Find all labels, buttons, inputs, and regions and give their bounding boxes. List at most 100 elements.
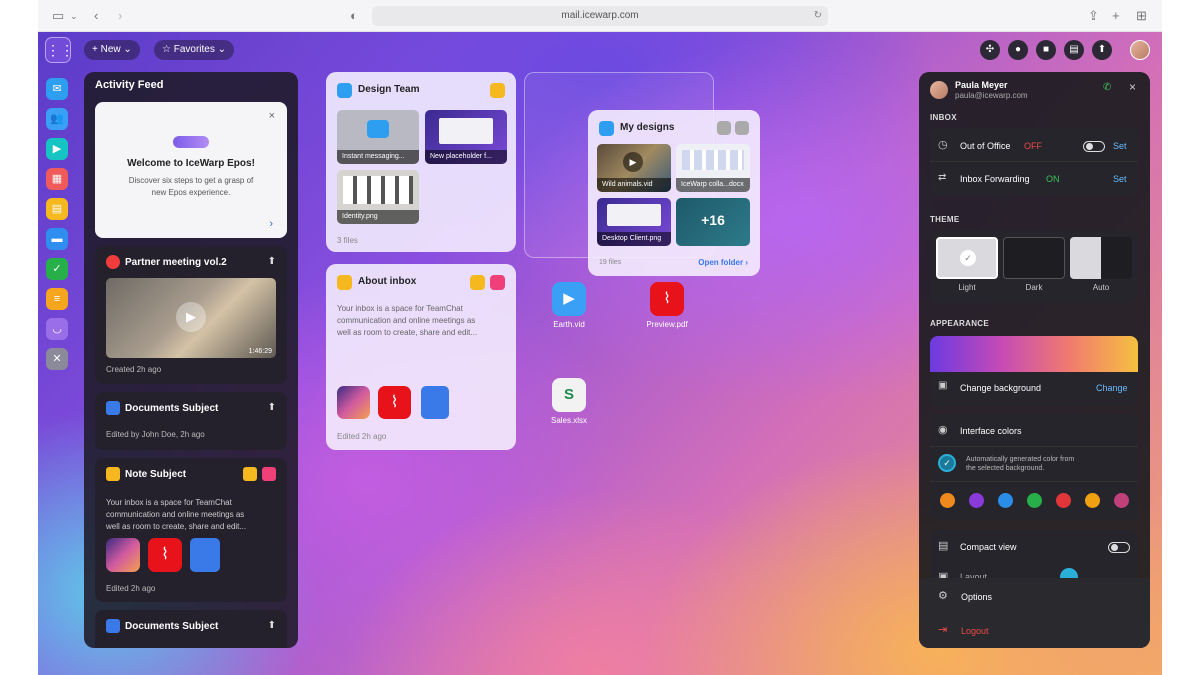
- epos-icon[interactable]: ◡: [46, 318, 68, 340]
- file-tile[interactable]: IceWarp colla...docx: [676, 144, 750, 192]
- interface-colors-label: Interface colors: [960, 426, 1022, 436]
- color-swatch[interactable]: [940, 493, 955, 508]
- preview-pdf-file[interactable]: ⌇ Preview.pdf: [632, 282, 702, 329]
- welcome-card[interactable]: × Welcome to IceWarp Epos! Discover six …: [95, 102, 287, 238]
- logout-link[interactable]: Logout: [961, 626, 989, 636]
- calendar-icon[interactable]: ▦: [46, 168, 68, 190]
- grid-icon: ⋮⋮: [46, 42, 74, 58]
- address-bar[interactable]: mail.icewarp.com ↻: [372, 6, 828, 26]
- color-swatch[interactable]: [1085, 493, 1100, 508]
- ooo-set-link[interactable]: Set: [1113, 141, 1127, 151]
- file-tile[interactable]: Instant messaging...: [337, 110, 419, 164]
- ooo-toggle[interactable]: [1083, 141, 1105, 152]
- theme-dark-option[interactable]: [1003, 237, 1065, 279]
- share-badge-icon[interactable]: [490, 83, 505, 98]
- chevron-down-icon[interactable]: ⌄: [70, 8, 78, 24]
- sales-xlsx-file[interactable]: S Sales.xlsx: [534, 378, 604, 425]
- note-meta: Edited 2h ago: [106, 584, 156, 593]
- color-swatch[interactable]: [969, 493, 984, 508]
- earth-video-file[interactable]: ▶ Earth.vid: [534, 282, 604, 329]
- share-icon[interactable]: ⇪: [1088, 8, 1099, 24]
- design-team-folder[interactable]: Design Team Instant messaging... New pla…: [326, 72, 516, 252]
- video-icon[interactable]: ▶: [46, 138, 68, 160]
- new-button[interactable]: + New ⌄: [84, 40, 140, 60]
- pin-badge-icon[interactable]: [490, 275, 505, 290]
- video-thumbnail[interactable]: ▶ 1:46:29: [106, 278, 276, 358]
- documents-card[interactable]: Documents Subject ⬆ Edited by John Doe, …: [95, 392, 287, 450]
- file-tile[interactable]: New placeholder f...: [425, 110, 507, 164]
- folder-icon: [599, 121, 614, 136]
- image-attachment-icon[interactable]: [337, 386, 370, 419]
- upload-icon[interactable]: ⬆: [1092, 40, 1112, 60]
- tasks-icon[interactable]: ✓: [46, 258, 68, 280]
- color-swatch[interactable]: [1056, 493, 1071, 508]
- partner-meeting-card[interactable]: Partner meeting vol.2 ⬆ ▶ 1:46:29 Create…: [95, 246, 287, 384]
- color-swatch[interactable]: [1114, 493, 1129, 508]
- fwd-set-link[interactable]: Set: [1113, 174, 1127, 184]
- favorites-button[interactable]: ☆ Favorites ⌄: [154, 40, 235, 60]
- palette-icon: ◉: [938, 424, 948, 436]
- new-tab-icon[interactable]: +: [1112, 8, 1120, 24]
- pdf-icon[interactable]: ⌇: [148, 538, 182, 572]
- close-icon[interactable]: ×: [1129, 80, 1136, 94]
- close-icon[interactable]: ×: [269, 110, 275, 122]
- compact-toggle[interactable]: [1108, 542, 1130, 553]
- share-badge-icon[interactable]: [243, 467, 257, 481]
- documents-card-2[interactable]: Documents Subject ⬆: [95, 610, 287, 648]
- note-card[interactable]: Note Subject Your inbox is a space for T…: [95, 458, 287, 602]
- tools-icon[interactable]: ✕: [46, 348, 68, 370]
- color-swatch[interactable]: [998, 493, 1013, 508]
- contacts-icon[interactable]: 👥: [46, 108, 68, 130]
- document-attachment-icon[interactable]: [421, 386, 449, 419]
- user-avatar[interactable]: [1130, 40, 1150, 60]
- more-files-tile[interactable]: +16: [676, 198, 750, 246]
- options-link[interactable]: Options: [961, 592, 992, 602]
- change-bg-link[interactable]: Change: [1096, 383, 1128, 393]
- pinwheel-icon[interactable]: ✣: [980, 40, 1000, 60]
- sidebar-toggle-icon[interactable]: ▭: [52, 8, 64, 24]
- note-line-1: Your inbox is a space for TeamChat: [106, 498, 232, 507]
- share-icon[interactable]: ⬆: [268, 256, 276, 267]
- image-attachment-icon[interactable]: [106, 538, 140, 572]
- folder-icon[interactable]: ▬: [46, 228, 68, 250]
- background-preview[interactable]: [930, 336, 1138, 372]
- tab-overview-icon[interactable]: ⊞: [1136, 8, 1147, 24]
- shield-icon[interactable]: ◐: [350, 8, 358, 24]
- file-preview: [607, 204, 661, 226]
- share-badge-icon[interactable]: [470, 275, 485, 290]
- pdf-icon[interactable]: ⌇: [378, 386, 411, 419]
- notes-icon[interactable]: ▤: [46, 198, 68, 220]
- auto-color-check-icon[interactable]: ✓: [938, 454, 956, 472]
- theme-light-option[interactable]: ✓: [936, 237, 998, 279]
- documents-icon[interactable]: ≡: [46, 288, 68, 310]
- file-tile[interactable]: Identity.png: [337, 170, 419, 224]
- reload-icon[interactable]: ↻: [814, 6, 822, 26]
- message-icon[interactable]: ■: [1036, 40, 1056, 60]
- play-icon[interactable]: ▶: [623, 152, 643, 172]
- chat-icon[interactable]: ●: [1008, 40, 1028, 60]
- document-attachment-icon[interactable]: [190, 538, 220, 572]
- open-folder-link[interactable]: Open folder ›: [698, 258, 748, 267]
- share-badge-icon[interactable]: [735, 121, 749, 135]
- file-preview: [439, 118, 493, 144]
- pin-badge-icon[interactable]: [262, 467, 276, 481]
- forward-icon[interactable]: ›: [118, 8, 122, 24]
- more-icon[interactable]: [717, 121, 731, 135]
- color-swatch[interactable]: [1027, 493, 1042, 508]
- chevron-right-icon[interactable]: ›: [269, 218, 273, 230]
- about-inbox-note[interactable]: About inbox Your inbox is a space for Te…: [326, 264, 516, 450]
- file-tile[interactable]: Desktop Client.png: [597, 198, 671, 246]
- app-launcher-button[interactable]: ⋮⋮: [45, 37, 74, 63]
- play-icon[interactable]: ▶: [176, 302, 206, 332]
- back-icon[interactable]: ‹: [94, 8, 98, 24]
- calendar-icon[interactable]: ▤: [1064, 40, 1084, 60]
- file-count: 19 files: [599, 259, 622, 266]
- share-icon[interactable]: ⬆: [268, 402, 276, 413]
- my-designs-folder[interactable]: My designs ▶ Wild animals.vid IceWarp co…: [588, 110, 760, 276]
- file-tile[interactable]: ▶ Wild animals.vid: [597, 144, 671, 192]
- share-icon[interactable]: ⬆: [268, 620, 276, 631]
- about-line-1: Your inbox is a space for TeamChat: [337, 304, 463, 313]
- phone-icon[interactable]: ✆: [1103, 82, 1111, 93]
- mail-icon[interactable]: ✉: [46, 78, 68, 100]
- theme-auto-option[interactable]: [1070, 237, 1132, 279]
